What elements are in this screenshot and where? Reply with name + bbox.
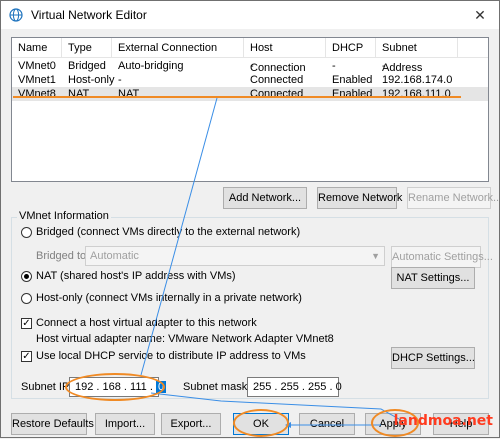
- window-title: Virtual Network Editor: [31, 8, 147, 22]
- bridged-to-select[interactable]: Automatic ▼: [85, 246, 385, 266]
- host-only-radio[interactable]: [21, 293, 32, 304]
- adapter-name-label: Host virtual adapter name: VMware Networ…: [36, 333, 334, 345]
- cell-subnet-address: 192.168.174.0: [382, 74, 453, 86]
- rename-network-button[interactable]: Rename Network...: [407, 187, 500, 209]
- host-only-radio-label: Host-only (connect VMs internally in a p…: [36, 292, 302, 304]
- cell-external-connection: -: [118, 74, 122, 86]
- export-button[interactable]: Export...: [161, 413, 221, 435]
- subnet-mask-input[interactable]: 255 . 255 . 255 . 0: [247, 377, 342, 397]
- chevron-down-icon: ▼: [371, 251, 380, 261]
- subnet-ip-prefix: 192 . 168 . 111 .: [75, 381, 153, 393]
- nat-settings-button[interactable]: NAT Settings...: [391, 267, 475, 289]
- globe-icon: [9, 8, 23, 22]
- bridged-to-label: Bridged to:: [36, 250, 90, 262]
- column-header-external-connection[interactable]: External Connection: [112, 38, 244, 58]
- cell-external-connection: Auto-bridging: [118, 60, 184, 72]
- cell-name: VMnet0: [18, 60, 56, 72]
- cell-host-connection: -: [250, 60, 254, 72]
- cell-type: NAT: [68, 88, 90, 100]
- cell-dhcp: -: [332, 60, 336, 72]
- bridged-radio-label: Bridged (connect VMs directly to the ext…: [36, 226, 301, 238]
- title-bar[interactable]: Virtual Network Editor ✕: [1, 1, 499, 29]
- nat-radio[interactable]: [21, 271, 32, 282]
- column-header-subnet-address[interactable]: Subnet Address: [376, 38, 458, 74]
- connect-adapter-checkbox[interactable]: ✓: [21, 318, 32, 329]
- column-header-dhcp[interactable]: DHCP: [326, 38, 376, 58]
- cell-type: Host-only: [68, 74, 115, 86]
- close-icon[interactable]: ✕: [465, 4, 495, 26]
- cell-host-connection: Connected: [250, 74, 304, 86]
- cell-subnet-address: 192.168.111.0: [382, 88, 451, 100]
- network-list-header: Name Type External Connection Host Conne…: [12, 38, 488, 74]
- use-dhcp-checkbox[interactable]: ✓: [21, 351, 32, 362]
- table-row[interactable]: VMnet0 Bridged Auto-bridging - - -: [12, 59, 488, 73]
- cell-host-connection: Connected: [250, 88, 304, 100]
- table-row[interactable]: VMnet1 Host-only - Connected Enabled 192…: [12, 73, 488, 87]
- dhcp-settings-button[interactable]: DHCP Settings...: [391, 347, 475, 369]
- cell-external-connection: NAT: [118, 88, 140, 100]
- automatic-settings-button[interactable]: Automatic Settings...: [391, 246, 493, 268]
- column-header-host-connection[interactable]: Host Connection: [244, 38, 326, 74]
- cell-name: VMnet8: [18, 88, 56, 100]
- add-network-button[interactable]: Add Network...: [223, 187, 307, 209]
- import-button[interactable]: Import...: [95, 413, 155, 435]
- restore-defaults-button[interactable]: Restore Defaults: [11, 413, 94, 435]
- table-row-selected[interactable]: VMnet8 NAT NAT Connected Enabled 192.168…: [12, 87, 488, 101]
- subnet-ip-input[interactable]: 192 . 168 . 111 . 0: [69, 377, 167, 397]
- network-list[interactable]: Name Type External Connection Host Conne…: [11, 37, 489, 182]
- cell-dhcp: Enabled: [332, 88, 373, 100]
- subnet-mask-label: Subnet mask:: [183, 381, 251, 393]
- nat-radio-label: NAT (shared host's IP address with VMs): [36, 270, 236, 282]
- virtual-network-editor-window: Virtual Network Editor ✕ Name Type Exter…: [0, 0, 500, 438]
- subnet-ip-last-octet[interactable]: 0: [155, 381, 167, 393]
- bridged-radio[interactable]: [21, 227, 32, 238]
- cell-subnet-address: -: [382, 60, 386, 72]
- use-dhcp-label: Use local DHCP service to distribute IP …: [36, 350, 306, 362]
- vmnet-information-group: [11, 217, 489, 399]
- vmnet-information-title: VMnet Information: [17, 210, 111, 222]
- cell-dhcp: Enabled: [332, 74, 373, 86]
- watermark: landmoa.net: [393, 413, 493, 429]
- bridged-to-value: Automatic: [90, 250, 139, 262]
- ok-button[interactable]: OK: [233, 413, 289, 435]
- subnet-ip-label: Subnet IP:: [21, 381, 73, 393]
- remove-network-button[interactable]: Remove Network: [317, 187, 402, 209]
- connect-adapter-label: Connect a host virtual adapter to this n…: [36, 317, 257, 329]
- column-header-type[interactable]: Type: [62, 38, 112, 58]
- cell-name: VMnet1: [18, 74, 56, 86]
- cell-type: Bridged: [68, 60, 106, 72]
- column-header-name[interactable]: Name: [12, 38, 62, 58]
- cancel-button[interactable]: Cancel: [299, 413, 355, 435]
